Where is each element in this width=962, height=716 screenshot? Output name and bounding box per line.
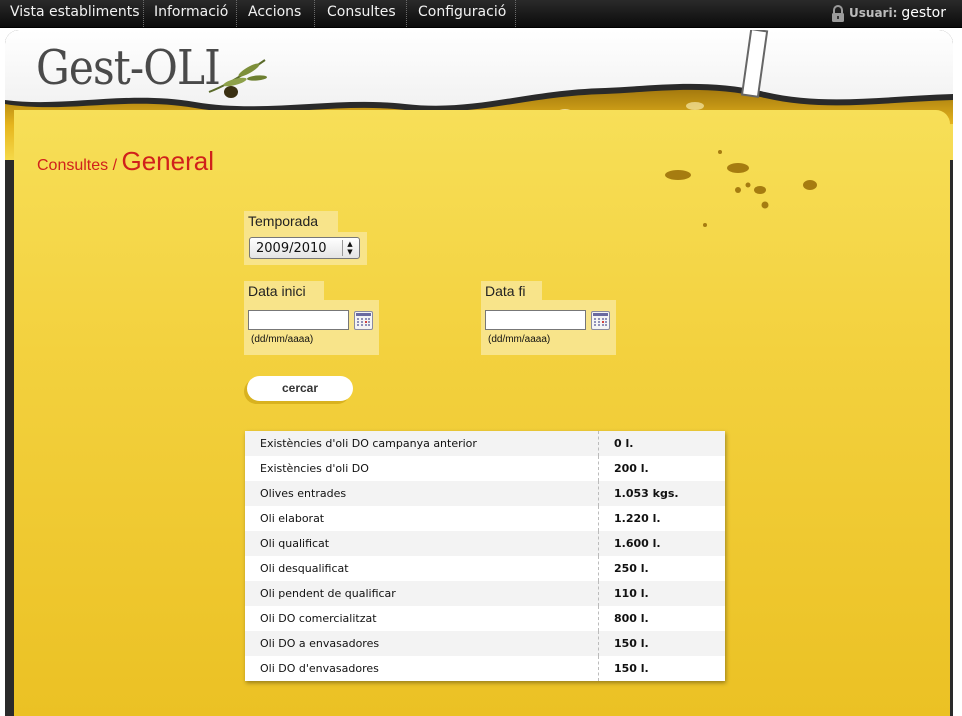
menu-accions[interactable]: Accions — [237, 0, 315, 27]
row-label: Oli desqualificat — [245, 556, 599, 581]
lock-icon — [832, 4, 845, 22]
spinner-arrows-icon: ▲ ▼ — [342, 240, 357, 256]
calendar-icon[interactable] — [354, 311, 373, 330]
table-row: Olives entrades 1.053 kgs. — [245, 481, 725, 506]
app-logo: Gest-OLI — [36, 40, 221, 96]
user-name[interactable]: gestor — [901, 0, 946, 27]
table-row: Oli DO d'envasadores 150 l. — [245, 656, 725, 681]
start-date-input[interactable] — [248, 310, 349, 330]
breadcrumb-parent[interactable]: Consultes / — [37, 157, 117, 174]
row-value: 250 l. — [614, 562, 649, 575]
row-label: Oli DO d'envasadores — [245, 656, 599, 681]
row-value: 1.053 kgs. — [614, 487, 679, 500]
top-nav-bar: Vista establiments Informació Accions Co… — [0, 0, 962, 28]
season-label: Temporada — [244, 211, 338, 234]
menu-informacio[interactable]: Informació — [144, 0, 237, 27]
row-label: Existències d'oli DO — [245, 456, 599, 481]
row-value: 200 l. — [614, 462, 649, 475]
breadcrumb: Consultes / General — [37, 146, 214, 177]
end-date-label: Data fi — [481, 281, 542, 302]
user-info: Usuari: gestor — [831, 0, 946, 27]
end-date-hint: (dd/mm/aaaa) — [488, 334, 551, 345]
results-table: Existències d'oli DO campanya anterior 0 … — [245, 431, 725, 681]
user-label: Usuari: — [849, 6, 898, 20]
start-date-label: Data inici — [244, 281, 324, 302]
row-label: Oli DO a envasadores — [245, 631, 599, 656]
row-label: Olives entrades — [245, 481, 599, 506]
table-row: Existències d'oli DO campanya anterior 0 … — [245, 431, 725, 456]
main-menu: Vista establiments Informació Accions Co… — [0, 0, 516, 27]
row-label: Oli elaborat — [245, 506, 599, 531]
table-row: Oli elaborat 1.220 l. — [245, 506, 725, 531]
table-row: Oli DO comercialitzat 800 l. — [245, 606, 725, 631]
menu-consultes[interactable]: Consultes — [315, 0, 407, 27]
table-row: Oli pendent de qualificar 110 l. — [245, 581, 725, 606]
table-row: Existències d'oli DO 200 l. — [245, 456, 725, 481]
row-value: 800 l. — [614, 612, 649, 625]
table-row: Oli desqualificat 250 l. — [245, 556, 725, 581]
table-row: Oli DO a envasadores 150 l. — [245, 631, 725, 656]
page-title: General — [121, 146, 215, 176]
table-row: Oli qualificat 1.600 l. — [245, 531, 725, 556]
row-value: 150 l. — [614, 662, 649, 675]
season-value: 2009/2010 — [256, 241, 327, 256]
search-button[interactable]: cercar — [247, 376, 353, 401]
row-value: 110 l. — [614, 587, 649, 600]
season-select[interactable]: 2009/2010 ▲ ▼ — [249, 237, 360, 259]
row-value: 150 l. — [614, 637, 649, 650]
end-date-input[interactable] — [485, 310, 586, 330]
oil-drops-decoration — [665, 150, 817, 227]
row-label: Oli qualificat — [245, 531, 599, 556]
start-date-hint: (dd/mm/aaaa) — [251, 334, 314, 345]
row-value: 1.220 l. — [614, 512, 661, 525]
row-value: 0 l. — [614, 437, 634, 450]
row-label: Oli pendent de qualificar — [245, 581, 599, 606]
row-label: Existències d'oli DO campanya anterior — [245, 431, 599, 456]
row-value: 1.600 l. — [614, 537, 661, 550]
menu-vista-establiments[interactable]: Vista establiments — [0, 0, 144, 27]
menu-configuracio[interactable]: Configuració — [407, 0, 516, 27]
calendar-icon[interactable] — [591, 311, 610, 330]
row-label: Oli DO comercialitzat — [245, 606, 599, 631]
